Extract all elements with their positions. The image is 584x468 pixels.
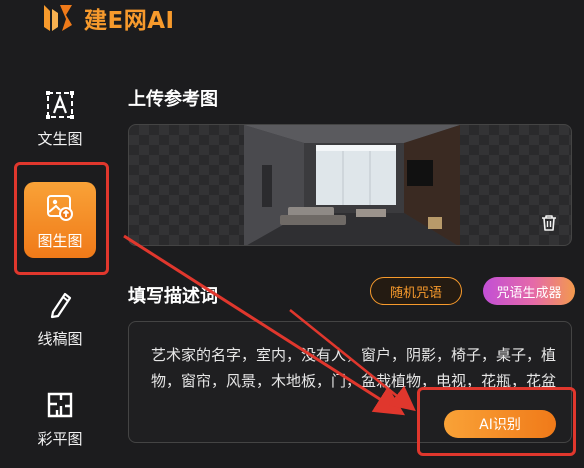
sidebar-item-label: 线稿图: [37, 329, 83, 348]
upload-section-title: 上传参考图: [128, 89, 218, 110]
floor-plan-icon: [43, 388, 77, 422]
sidebar-item-color-floor-plan[interactable]: 彩平图: [24, 380, 96, 456]
ai-recognize-button[interactable]: AI识别: [444, 410, 556, 438]
sidebar-item-image-to-image[interactable]: 图生图: [24, 182, 96, 258]
description-section-title: 填写描述词: [128, 286, 218, 307]
sidebar-item-label: 文生图: [37, 129, 83, 148]
prompt-generator-button[interactable]: 咒语生成器: [483, 277, 575, 305]
sidebar: 文生图 图生图 线稿图 彩平图: [0, 76, 118, 468]
app-title: 建E网AI: [84, 8, 175, 34]
app-logo[interactable]: 建E网AI: [40, 0, 175, 36]
upload-dropzone[interactable]: [128, 124, 572, 246]
description-text: 艺术家的名字，室内，没有人，窗户，阴影，椅子，桌子，植物，窗帘，风景，木地板，门…: [151, 346, 557, 390]
text-to-image-icon: [43, 88, 77, 122]
random-prompt-button[interactable]: 随机咒语: [370, 277, 462, 305]
sidebar-item-label: 彩平图: [37, 429, 83, 448]
reference-image: [244, 125, 460, 245]
sidebar-item-line-art[interactable]: 线稿图: [24, 280, 96, 356]
image-to-image-icon: [43, 190, 77, 224]
sidebar-item-text-to-image[interactable]: 文生图: [24, 80, 96, 156]
logo-icon: [44, 5, 72, 31]
trash-icon: [542, 215, 556, 231]
pen-sketch-icon: [43, 288, 77, 322]
delete-image-button[interactable]: [537, 211, 561, 235]
sidebar-item-label: 图生图: [37, 231, 83, 250]
